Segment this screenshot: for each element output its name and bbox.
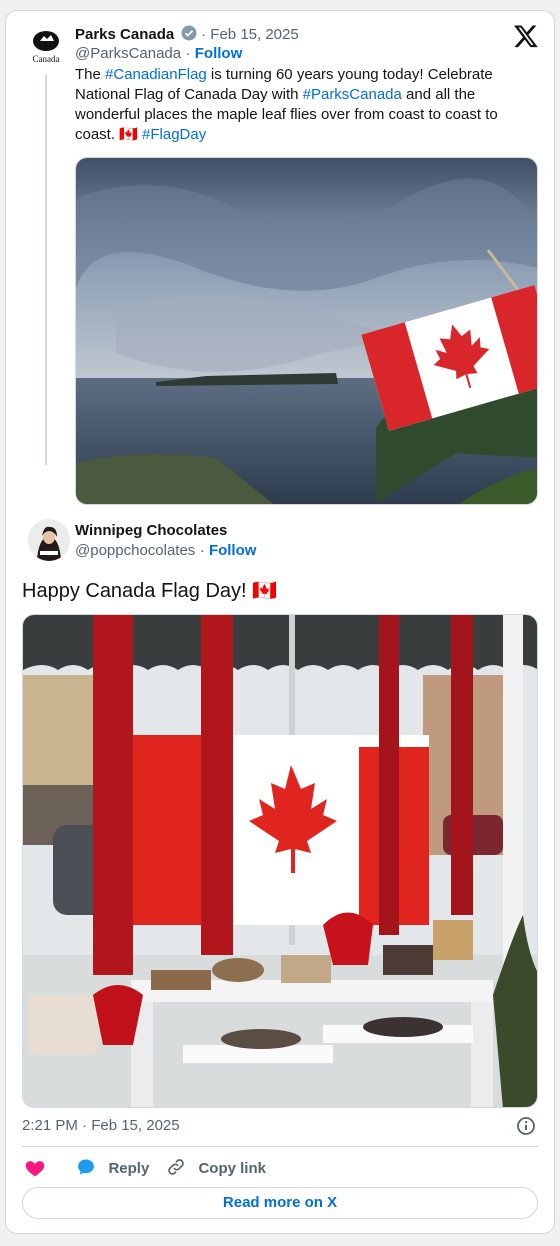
author-handle[interactable]: @ParksCanada [75,45,181,62]
follow-button[interactable]: Follow [209,542,257,559]
parks-canada-avatar[interactable]: Canada [28,29,64,65]
follow-button[interactable]: Follow [195,45,243,62]
reply-button[interactable]: Reply [76,1157,149,1181]
like-button[interactable] [24,1157,46,1179]
post-timestamp[interactable]: 2:21 PM · Feb 15, 2025 [22,1117,180,1134]
main-tweet-text: Happy Canada Flag Day! 🇨🇦 [22,580,278,602]
main-author-line: Winnipeg Chocolates [75,522,227,540]
main-photo[interactable] [22,614,538,1108]
verified-badge-icon [181,25,197,41]
quoted-author-line: Parks Canada · Feb 15, 2025 [75,25,299,44]
read-more-button[interactable]: Read more on X [22,1187,538,1219]
link-icon [166,1157,186,1177]
x-logo-icon[interactable] [513,23,539,49]
canada-wordmark: Canada [33,54,60,64]
reply-bubble-icon [76,1157,96,1177]
hashtag-link[interactable]: #CanadianFlag [105,66,207,83]
post-date[interactable]: · Feb 15, 2025 [201,26,299,43]
copy-link-label: Copy link [198,1160,266,1177]
tweet-text-segment: The [75,66,106,83]
quoted-tweet-text: The #CanadianFlag is turning 60 years yo… [75,65,535,145]
main-handle-line: @poppchocolates · Follow [75,542,257,559]
quoted-handle-line: @ParksCanada · Follow [75,45,243,62]
info-icon[interactable] [516,1116,536,1136]
quoted-photo[interactable] [75,157,538,505]
heart-icon [25,1161,45,1177]
tweet-embed-card: Canada Parks Canada · Feb 15, 2025 @Park… [5,10,555,1234]
hashtag-link[interactable]: #ParksCanada [303,86,402,103]
divider [22,1146,538,1147]
reply-label: Reply [108,1160,150,1177]
thread-connector-line [45,75,47,465]
author-name[interactable]: Winnipeg Chocolates [75,522,227,539]
author-handle[interactable]: @poppchocolates [75,542,195,559]
copy-link-button[interactable]: Copy link [166,1157,266,1181]
hashtag-link[interactable]: #FlagDay [142,126,206,143]
author-name[interactable]: Parks Canada [75,26,174,43]
winnipeg-chocolates-avatar[interactable] [28,519,70,561]
